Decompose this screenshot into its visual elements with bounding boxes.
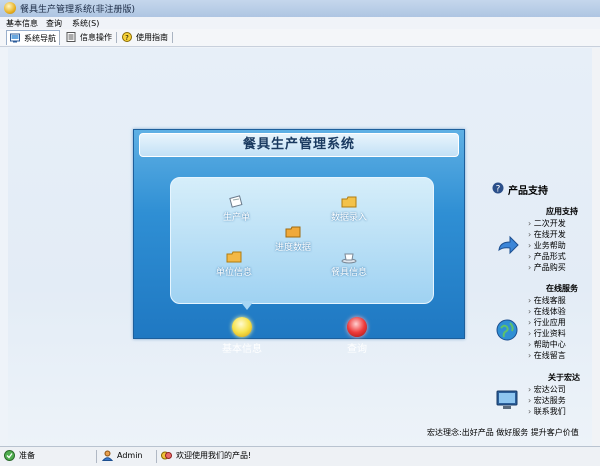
menu-basic-info[interactable]: 基本信息 (6, 18, 38, 29)
svg-text:?: ? (125, 34, 129, 42)
question-icon: ? (492, 182, 504, 194)
cup-icon (341, 253, 357, 264)
paper-icon (228, 195, 242, 208)
globe-icon (496, 319, 518, 341)
production-order-button[interactable]: 生产单 (223, 195, 250, 223)
bubble-pointer (240, 301, 254, 310)
system-panel: 餐具生产管理系统 生产单 数据录入 进度数据 单位信息 餐具信息 基本信息 查询 (133, 129, 465, 355)
tab-help-guide[interactable]: ? 使用指南 (119, 30, 171, 44)
title-bar: 餐具生产管理系统(非注册版) (0, 0, 600, 18)
basic-info-orb-icon (232, 317, 252, 337)
online-service-heading: 在线服务 (546, 284, 578, 293)
user-icon (102, 450, 113, 461)
about-heading: 关于宏达 (548, 373, 580, 382)
status-ready-text: 准备 (19, 451, 35, 460)
unit-info-label: 单位信息 (216, 268, 253, 278)
scrollbar[interactable] (592, 48, 600, 446)
app-support-heading: 应用支持 (546, 207, 578, 216)
link-business-help[interactable]: 业务帮助 (528, 240, 566, 251)
link-services[interactable]: 宏达服务 (528, 395, 566, 406)
product-support-title: 产品支持 (508, 186, 548, 197)
svg-text:?: ? (496, 185, 501, 195)
data-entry-label: 数据录入 (331, 213, 368, 223)
status-ready: 准备 (4, 450, 35, 461)
menu-system[interactable]: 系统(S) (72, 18, 99, 29)
folder-icon (226, 251, 242, 263)
status-welcome: 欢迎使用我们的产品! (161, 450, 251, 461)
query-button[interactable]: 查询 (347, 317, 367, 355)
production-order-label: 生产单 (223, 213, 251, 223)
help-icon: ? (122, 32, 132, 42)
status-divider (156, 450, 157, 463)
company-slogan: 宏达理念:出好产品 做好服务 提升客户价值 (427, 428, 579, 437)
arrow-icon (498, 235, 519, 255)
panel-title: 餐具生产管理系统 (139, 133, 459, 157)
monitor-icon (496, 390, 518, 409)
panel-inner: 生产单 数据录入 进度数据 单位信息 餐具信息 (170, 177, 434, 304)
app-icon (4, 2, 16, 14)
link-secondary-dev[interactable]: 二次开发 (528, 218, 566, 229)
info-operation-icon (66, 32, 76, 42)
link-product-purchase[interactable]: 产品购买 (528, 262, 566, 273)
query-orb-icon (347, 317, 367, 337)
tab-help-guide-label: 使用指南 (136, 32, 168, 42)
navigator-icon (10, 33, 20, 43)
status-ready-icon (4, 450, 15, 461)
status-divider (96, 450, 97, 463)
query-label: 查询 (347, 344, 367, 355)
menu-query[interactable]: 查询 (46, 18, 62, 29)
link-online-dev[interactable]: 在线开发 (528, 229, 566, 240)
menu-bar: 基本信息 查询 系统(S) (0, 17, 600, 29)
folder-icon (341, 196, 357, 208)
link-help-center[interactable]: 帮助中心 (528, 339, 566, 350)
basic-info-button[interactable]: 基本信息 (222, 317, 262, 355)
link-industry-app[interactable]: 行业应用 (528, 317, 566, 328)
folder-icon (285, 226, 301, 238)
link-product-form[interactable]: 产品形式 (528, 251, 566, 262)
link-online-cs[interactable]: 在线客服 (528, 295, 566, 306)
link-industry-docs[interactable]: 行业资料 (528, 328, 566, 339)
link-online-trial[interactable]: 在线体验 (528, 306, 566, 317)
tab-info-operation-label: 信息操作 (80, 32, 112, 42)
basic-info-label: 基本信息 (222, 344, 262, 355)
link-online-message[interactable]: 在线留言 (528, 350, 566, 361)
link-contact[interactable]: 联系我们 (528, 406, 566, 417)
status-user-text: Admin (117, 451, 143, 460)
status-user: Admin (102, 450, 143, 461)
tableware-info-button[interactable]: 餐具信息 (331, 250, 367, 278)
toolbar-divider (116, 32, 117, 43)
data-entry-button[interactable]: 数据录入 (331, 195, 367, 223)
unit-info-button[interactable]: 单位信息 (216, 250, 252, 278)
tab-info-operation[interactable]: 信息操作 (63, 30, 115, 44)
link-company[interactable]: 宏达公司 (528, 384, 566, 395)
toolbar-divider (59, 32, 60, 43)
status-welcome-text: 欢迎使用我们的产品! (176, 451, 252, 460)
tab-navigator-label: 系统导航 (24, 33, 56, 43)
progress-data-label: 进度数据 (275, 243, 312, 253)
toolbar-divider (172, 32, 173, 43)
tableware-info-label: 餐具信息 (331, 268, 368, 278)
progress-data-button[interactable]: 进度数据 (275, 225, 311, 253)
welcome-icon (161, 451, 172, 460)
status-bar: 准备 Admin 欢迎使用我们的产品! (0, 446, 600, 466)
tab-navigator[interactable]: 系统导航 (6, 30, 60, 45)
window-title: 餐具生产管理系统(非注册版) (20, 5, 136, 15)
toolbar: 系统导航 信息操作 ? 使用指南 (0, 29, 600, 47)
